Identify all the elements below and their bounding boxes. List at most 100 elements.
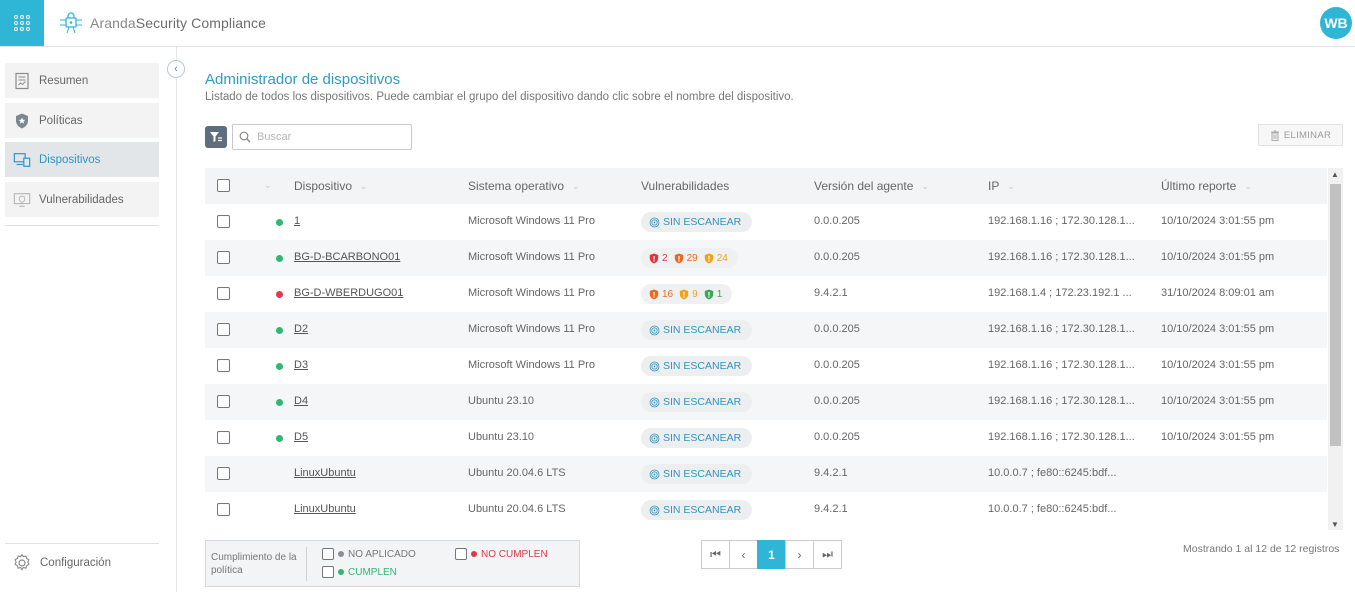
device-link[interactable]: D4: [294, 395, 308, 407]
table-row[interactable]: D5 Ubuntu 23.10 SIN ESCANEAR 0.0.0.205 192.1…: [205, 420, 1327, 456]
column-label: Último reporte: [1161, 179, 1237, 193]
os-cell: Microsoft Windows 11 Pro: [468, 215, 595, 227]
row-checkbox[interactable]: [217, 467, 230, 480]
column-os[interactable]: Sistema operativo ⌄: [468, 179, 580, 193]
app-launcher-button[interactable]: [0, 0, 44, 46]
last-report-cell: 10/10/2024 3:01:55 pm: [1161, 323, 1275, 335]
prev-page-button[interactable]: ‹: [729, 540, 758, 569]
table-row[interactable]: LinuxUbuntu Ubuntu 20.04.6 LTS SIN ESCANEA…: [205, 492, 1327, 528]
device-link[interactable]: 1: [294, 215, 300, 227]
table-row[interactable]: 1 Microsoft Windows 11 Pro SIN ESCANEAR 0.0…: [205, 204, 1327, 240]
last-page-icon: ⏭: [822, 547, 833, 561]
grid-icon: [14, 15, 30, 31]
devices-table: ⌄ Dispositivo ⌄ Sistema operativo ⌄ Vulner…: [205, 168, 1343, 530]
legend-checkbox[interactable]: [322, 548, 334, 560]
chevron-down-icon[interactable]: ⌄: [264, 180, 272, 191]
table-row[interactable]: D4 Ubuntu 23.10 SIN ESCANEAR 0.0.0.205 192.1…: [205, 384, 1327, 420]
search-input[interactable]: [257, 131, 397, 143]
os-cell: Ubuntu 20.04.6 LTS: [468, 503, 566, 515]
device-link[interactable]: BG-D-BCARBONO01: [294, 251, 400, 263]
vulnerability-count: 9: [679, 289, 698, 300]
device-link[interactable]: D3: [294, 359, 308, 371]
collapse-sidebar-button[interactable]: ‹: [167, 60, 185, 78]
table-header: ⌄ Dispositivo ⌄ Sistema operativo ⌄ Vulner…: [205, 168, 1327, 204]
vulnerability-badge[interactable]: 16 9 1: [641, 284, 733, 304]
vulnerability-badge[interactable]: SIN ESCANEAR: [641, 320, 753, 340]
vulnerability-status: SIN ESCANEAR: [663, 360, 742, 372]
column-label: Versión del agente: [814, 179, 914, 193]
next-page-button[interactable]: ›: [785, 540, 814, 569]
agent-version-cell: 0.0.0.205: [814, 215, 860, 227]
legend-checkbox[interactable]: [322, 566, 334, 578]
row-checkbox[interactable]: [217, 359, 230, 372]
column-agent-version[interactable]: Versión del agente ⌄: [814, 179, 929, 193]
legend-checkbox[interactable]: [455, 548, 467, 560]
vulnerability-badge[interactable]: 2 29 24: [641, 248, 738, 268]
vulnerability-status: SIN ESCANEAR: [663, 324, 742, 336]
devices-icon: [13, 152, 31, 167]
scroll-thumb[interactable]: [1330, 184, 1341, 446]
vulnerability-badge[interactable]: SIN ESCANEAR: [641, 212, 753, 232]
user-avatar[interactable]: WB: [1320, 7, 1352, 39]
column-last-report[interactable]: Último reporte ⌄: [1161, 179, 1252, 193]
search-field[interactable]: [232, 124, 412, 150]
device-link[interactable]: LinuxUbuntu: [294, 503, 356, 515]
vulnerability-badge[interactable]: SIN ESCANEAR: [641, 500, 753, 520]
delete-button[interactable]: ELIMINAR: [1258, 124, 1343, 146]
table-row[interactable]: D3 Microsoft Windows 11 Pro SIN ESCANEAR 0.…: [205, 348, 1327, 384]
vulnerability-badge[interactable]: SIN ESCANEAR: [641, 392, 753, 412]
row-checkbox[interactable]: [217, 395, 230, 408]
table-scrollbar[interactable]: ▲ ▼: [1328, 168, 1343, 530]
table-row[interactable]: D2 Microsoft Windows 11 Pro SIN ESCANEAR 0.…: [205, 312, 1327, 348]
table-row[interactable]: BG-D-WBERDUGO01 Microsoft Windows 11 Pro 1…: [205, 276, 1327, 312]
legend-label: NO APLICADO: [348, 548, 416, 560]
scan-icon: [649, 469, 660, 479]
select-all-checkbox[interactable]: [217, 179, 230, 192]
sidebar-item-resumen[interactable]: Resumen: [5, 63, 159, 98]
shield-icon: [704, 253, 713, 263]
row-checkbox[interactable]: [217, 323, 230, 336]
sidebar-item-vulnerabilidades[interactable]: Vulnerabilidades: [5, 182, 159, 217]
filter-button[interactable]: [205, 126, 227, 148]
scroll-up-icon[interactable]: ▲: [1331, 170, 1339, 179]
vulnerability-status: SIN ESCANEAR: [663, 396, 742, 408]
sidebar-item-politicas[interactable]: Políticas: [5, 103, 159, 138]
page-button[interactable]: 1: [757, 540, 786, 569]
column-device[interactable]: Dispositivo ⌄: [294, 179, 368, 193]
table-row[interactable]: LinuxUbuntu Ubuntu 20.04.6 LTS SIN ESCANEA…: [205, 456, 1327, 492]
legend-not-applied[interactable]: NO APLICADO: [322, 548, 416, 560]
legend-compliant[interactable]: CUMPLEN: [322, 566, 397, 578]
shield-icon: [679, 289, 689, 299]
table-row[interactable]: BG-D-BCARBONO01 Microsoft Windows 11 Pro 2…: [205, 240, 1327, 276]
vulnerability-badge[interactable]: SIN ESCANEAR: [641, 356, 753, 376]
agent-version-cell: 0.0.0.205: [814, 251, 860, 263]
row-checkbox[interactable]: [217, 287, 230, 300]
status-dot: [276, 255, 283, 262]
report-icon: [15, 72, 29, 89]
sidebar: Resumen Políticas Dispositivos Vulnerabi…: [0, 47, 177, 592]
scroll-down-icon[interactable]: ▼: [1331, 520, 1339, 529]
row-checkbox[interactable]: [217, 503, 230, 516]
last-page-button[interactable]: ⏭: [813, 540, 842, 569]
column-label: IP: [988, 179, 1000, 193]
row-checkbox[interactable]: [217, 431, 230, 444]
device-link[interactable]: LinuxUbuntu: [294, 467, 356, 479]
row-checkbox[interactable]: [217, 251, 230, 264]
vulnerability-status: SIN ESCANEAR: [663, 216, 742, 228]
vulnerability-badge[interactable]: SIN ESCANEAR: [641, 428, 753, 448]
first-page-button[interactable]: ⏮: [701, 540, 730, 569]
sidebar-item-dispositivos[interactable]: Dispositivos: [5, 142, 159, 177]
row-checkbox[interactable]: [217, 215, 230, 228]
column-ip[interactable]: IP ⌄: [988, 179, 1015, 193]
device-link[interactable]: D5: [294, 431, 308, 443]
os-cell: Microsoft Windows 11 Pro: [468, 251, 595, 263]
status-dot: [338, 569, 344, 575]
vulnerability-badge[interactable]: SIN ESCANEAR: [641, 464, 753, 484]
device-link[interactable]: BG-D-WBERDUGO01: [294, 287, 403, 299]
legend-not-compliant[interactable]: NO CUMPLEN: [455, 548, 548, 560]
device-link[interactable]: D2: [294, 323, 308, 335]
count-value: 1: [716, 288, 723, 300]
configuration-link[interactable]: Configuración: [12, 553, 111, 573]
chevron-right-icon: ›: [797, 547, 802, 562]
scan-icon: [649, 433, 660, 443]
